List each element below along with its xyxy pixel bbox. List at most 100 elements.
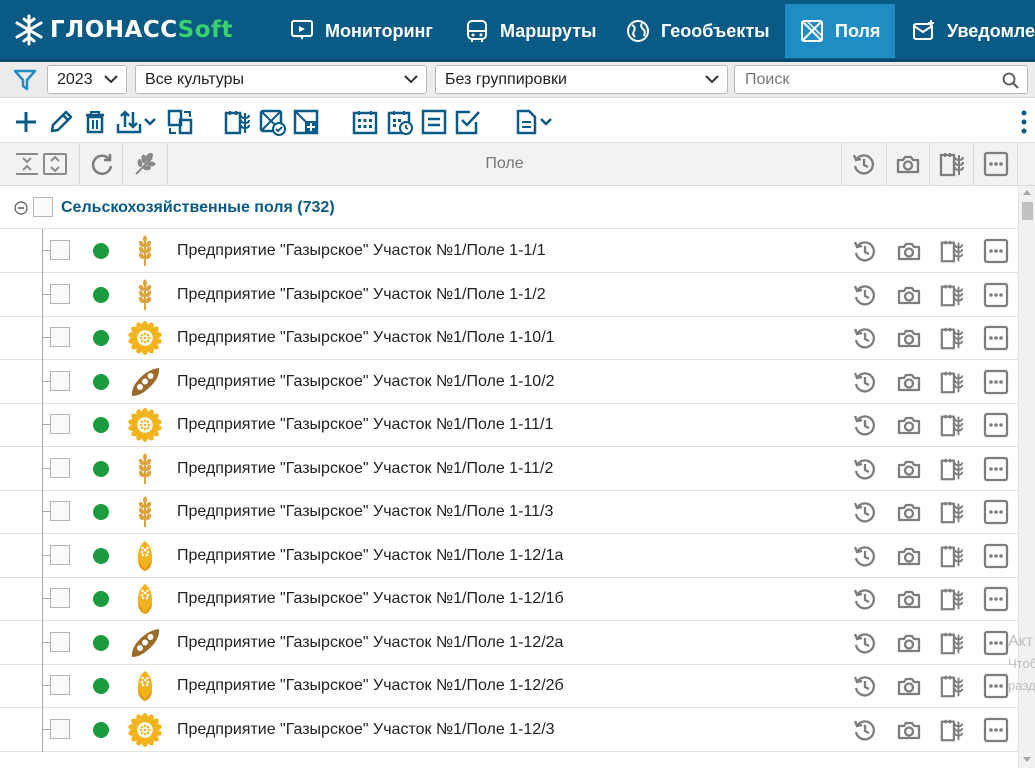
row-checkbox[interactable]: [50, 631, 70, 652]
field-column-title[interactable]: Поле: [168, 143, 842, 185]
field-name[interactable]: Предприятие "Газырское" Участок №1/Поле …: [177, 360, 555, 403]
photo-button[interactable]: [896, 456, 922, 482]
crop-history-button[interactable]: [939, 499, 965, 525]
status-column-header[interactable]: [80, 143, 123, 185]
history-button[interactable]: [852, 499, 878, 525]
photo-button[interactable]: [896, 586, 922, 612]
more-options-button[interactable]: [983, 325, 1009, 351]
history-button[interactable]: [852, 369, 878, 395]
checkmark-button[interactable]: [454, 108, 482, 136]
more-options-button[interactable]: [983, 456, 1009, 482]
row-checkbox[interactable]: [50, 544, 70, 565]
add-button[interactable]: [12, 108, 40, 136]
crop-column-header[interactable]: [123, 143, 168, 185]
tab-geoobjects[interactable]: Геообъекты: [615, 4, 785, 58]
photo-button[interactable]: [896, 412, 922, 438]
crop-history-button[interactable]: [939, 586, 965, 612]
row-checkbox[interactable]: [50, 327, 70, 347]
history-button[interactable]: [852, 412, 878, 438]
crop-history-button[interactable]: [939, 630, 965, 656]
field-name[interactable]: Предприятие "Газырское" Участок №1/Поле …: [177, 229, 546, 272]
more-options-button[interactable]: [983, 369, 1009, 395]
history-button[interactable]: [852, 282, 878, 308]
collapse-group-icon[interactable]: [14, 201, 28, 215]
row-checkbox[interactable]: [50, 718, 70, 739]
table-row[interactable]: Предприятие "Газырское" Участок №1/Поле …: [0, 707, 1018, 752]
history-button[interactable]: [852, 543, 878, 569]
crop-history-button[interactable]: [939, 282, 965, 308]
table-row[interactable]: Предприятие "Газырское" Участок №1/Поле …: [0, 229, 1018, 273]
table-row[interactable]: Предприятие "Газырское" Участок №1/Поле …: [0, 620, 1018, 665]
crop-history-button[interactable]: [939, 369, 965, 395]
table-row[interactable]: Предприятие "Газырское" Участок №1/Поле …: [0, 403, 1018, 447]
photo-button[interactable]: [896, 673, 922, 699]
more-vertical-button[interactable]: [1014, 108, 1034, 136]
row-checkbox[interactable]: [50, 457, 70, 478]
field-name[interactable]: Предприятие "Газырское" Участок №1/Поле …: [177, 708, 555, 751]
table-row[interactable]: Предприятие "Газырское" Участок №1/Поле …: [0, 359, 1018, 404]
photo-button[interactable]: [896, 238, 922, 264]
photo-button[interactable]: [896, 282, 922, 308]
more-options-button[interactable]: [983, 673, 1009, 699]
crop-history-column-header[interactable]: [930, 143, 974, 185]
crop-history-button[interactable]: [939, 325, 965, 351]
table-row[interactable]: Предприятие "Газырское" Участок №1/Поле …: [0, 533, 1018, 578]
more-options-button[interactable]: [983, 238, 1009, 264]
more-options-button[interactable]: [983, 499, 1009, 525]
year-select[interactable]: 2023: [47, 65, 127, 94]
row-checkbox[interactable]: [50, 283, 70, 304]
history-button[interactable]: [852, 630, 878, 656]
history-button[interactable]: [852, 586, 878, 612]
row-checkbox[interactable]: [50, 501, 70, 521]
row-checkbox[interactable]: [50, 370, 70, 391]
crop-history-button[interactable]: [939, 717, 965, 743]
history-button[interactable]: [852, 673, 878, 699]
field-name[interactable]: Предприятие "Газырское" Участок №1/Поле …: [177, 664, 564, 707]
options-column-header[interactable]: [974, 143, 1018, 185]
more-options-button[interactable]: [983, 543, 1009, 569]
tab-monitoring[interactable]: Мониторинг: [283, 4, 453, 58]
photo-button[interactable]: [896, 369, 922, 395]
crop-history-button[interactable]: [939, 238, 965, 264]
field-name[interactable]: Предприятие "Газырское" Участок №1/Поле …: [177, 316, 555, 359]
more-options-button[interactable]: [983, 630, 1009, 656]
field-name[interactable]: Предприятие "Газырское" Участок №1/Поле …: [177, 273, 546, 316]
field-name[interactable]: Предприятие "Газырское" Участок №1/Поле …: [177, 447, 553, 490]
import-export-button[interactable]: [115, 108, 159, 136]
table-row[interactable]: Предприятие "Газырское" Участок №1/Поле …: [0, 664, 1018, 708]
tab-notifications[interactable]: Уведомле: [897, 4, 1035, 58]
scroll-thumb[interactable]: [1022, 202, 1033, 220]
history-button[interactable]: [852, 325, 878, 351]
photo-button[interactable]: [896, 499, 922, 525]
crop-history-button[interactable]: [939, 456, 965, 482]
photo-button[interactable]: [896, 543, 922, 569]
list-button[interactable]: [420, 108, 448, 136]
tab-fields[interactable]: Поля: [785, 4, 895, 58]
tab-routes[interactable]: Маршруты: [455, 4, 615, 58]
more-options-button[interactable]: [983, 586, 1009, 612]
expand-collapse-header[interactable]: [0, 143, 80, 185]
history-button[interactable]: [852, 456, 878, 482]
history-button[interactable]: [852, 717, 878, 743]
table-row[interactable]: Предприятие "Газырское" Участок №1/Поле …: [0, 577, 1018, 621]
crop-history-button[interactable]: [939, 412, 965, 438]
table-row[interactable]: Предприятие "Газырское" Участок №1/Поле …: [0, 272, 1018, 317]
row-checkbox[interactable]: [50, 240, 70, 260]
field-check-button[interactable]: [258, 108, 286, 136]
crop-select[interactable]: Все культуры: [135, 65, 427, 94]
grouping-select[interactable]: Без группировки: [435, 65, 728, 94]
photo-button[interactable]: [896, 717, 922, 743]
crop-history-button[interactable]: [939, 543, 965, 569]
search-input[interactable]: Поиск: [734, 65, 1028, 94]
history-column-header[interactable]: [842, 143, 887, 185]
history-button[interactable]: [852, 238, 878, 264]
photo-button[interactable]: [896, 325, 922, 351]
more-options-button[interactable]: [983, 412, 1009, 438]
crop-history-button[interactable]: [939, 673, 965, 699]
report-button[interactable]: [514, 108, 556, 136]
field-name[interactable]: Предприятие "Газырское" Участок №1/Поле …: [177, 534, 563, 577]
row-checkbox[interactable]: [50, 414, 70, 434]
scroll-down-arrow[interactable]: [1023, 757, 1031, 762]
field-name[interactable]: Предприятие "Газырское" Участок №1/Поле …: [177, 577, 564, 620]
row-checkbox[interactable]: [50, 675, 70, 695]
